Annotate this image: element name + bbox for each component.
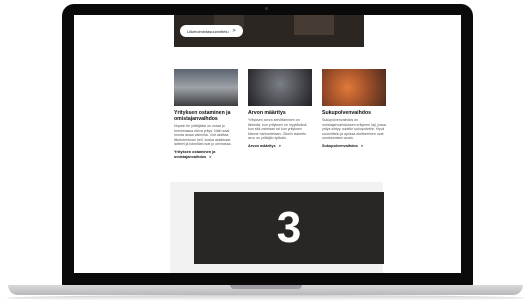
card-body: Yrityksen arvon selvittäminen on tärkeää… <box>248 118 308 141</box>
hero-image-detail <box>294 15 334 35</box>
card-image[interactable] <box>322 69 386 106</box>
card-image[interactable] <box>248 69 312 106</box>
card-title[interactable]: Sukupolvenvaihdos <box>322 110 386 116</box>
video-number: 3 <box>276 203 302 252</box>
card-link-label: Sukupolvenvaihdos <box>322 143 358 148</box>
card-title[interactable]: Arvon määritys <box>248 110 312 116</box>
laptop-notch <box>230 285 302 289</box>
laptop-shadow <box>6 295 525 301</box>
chevron-right-icon: > <box>278 143 281 148</box>
camera-icon <box>265 7 268 10</box>
chevron-right-icon: > <box>232 28 236 34</box>
card-link[interactable]: Yrityksen ostaminen ja omistajanvaihdos > <box>174 150 238 160</box>
card-body: Nopein tie yrittäjäksi on ostaa jo toimi… <box>174 124 232 147</box>
chevron-right-icon: > <box>360 143 364 148</box>
article-card: Arvon määritys Yrityksen arvon selvittäm… <box>248 69 312 149</box>
hero-button-label: Liiketoimintasuunnittelu <box>187 28 229 34</box>
card-link[interactable]: Sukupolvenvaihdos > <box>322 144 386 149</box>
card-image[interactable] <box>174 69 238 106</box>
card-link-label: Arvon määritys <box>248 143 276 148</box>
chevron-right-icon: > <box>209 154 212 159</box>
laptop-screen: Liiketoimintasuunnittelu > Yrityksen ost… <box>74 15 461 273</box>
hero-button[interactable]: Liiketoimintasuunnittelu > <box>180 25 243 37</box>
card-link[interactable]: Arvon määritys > <box>248 144 312 149</box>
card-title[interactable]: Yrityksen ostaminen ja omistajanvaihdos <box>174 110 238 122</box>
video-player[interactable]: 3 <box>194 192 384 264</box>
card-body: Sukupolvenvaihdos on omistajanvaihdoksen… <box>322 118 386 141</box>
article-card: Yrityksen ostaminen ja omistajanvaihdos … <box>174 69 238 160</box>
hero-banner: Liiketoimintasuunnittelu > <box>174 15 364 47</box>
article-card: Sukupolvenvaihdos Sukupolvenvaihdos on o… <box>322 69 386 149</box>
